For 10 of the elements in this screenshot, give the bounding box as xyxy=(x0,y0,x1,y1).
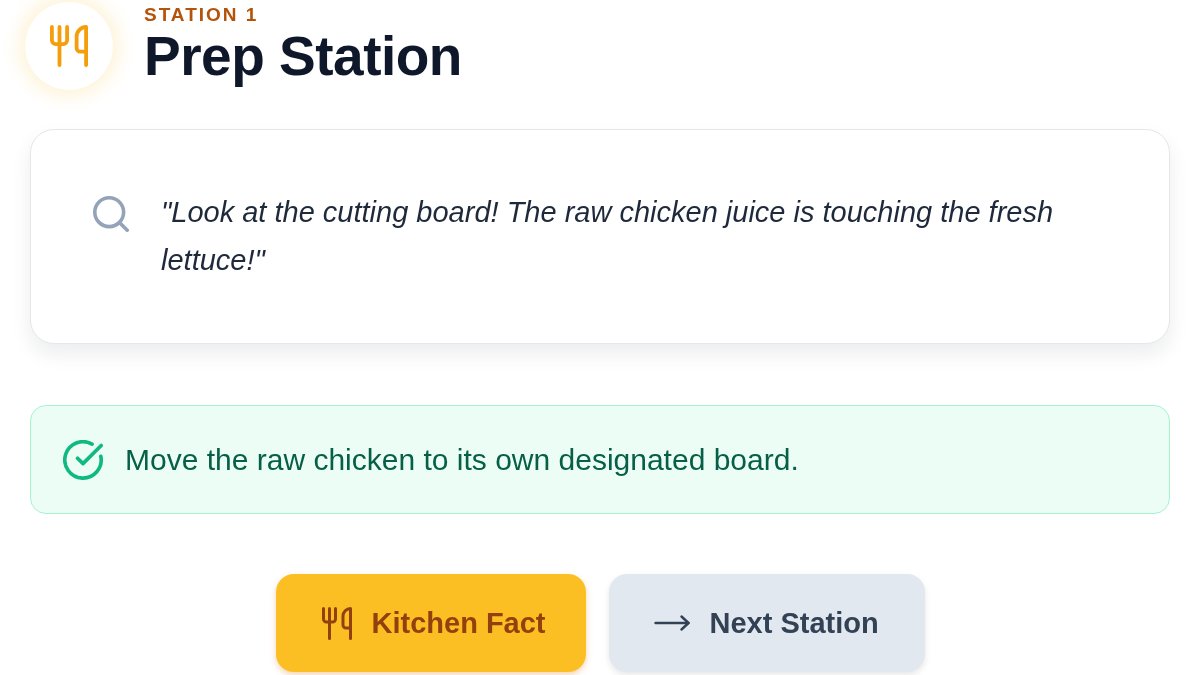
check-circle-icon xyxy=(63,439,103,480)
next-station-button[interactable]: Next Station xyxy=(608,574,925,672)
station-label: STATION 1 xyxy=(144,5,260,25)
arrow-icon xyxy=(653,615,690,631)
search-icon xyxy=(93,196,129,232)
fork-knife-icon xyxy=(321,606,352,640)
solution-text: Move the raw chicken to its own designated board. xyxy=(125,442,799,477)
scenario-quote: "Look at the cutting board! The raw chicken juice is touching the fresh lettuce!" xyxy=(161,195,1055,278)
fact-button[interactable]: Kitchen Fact xyxy=(275,574,586,672)
station-title: Prep Station xyxy=(144,25,462,87)
